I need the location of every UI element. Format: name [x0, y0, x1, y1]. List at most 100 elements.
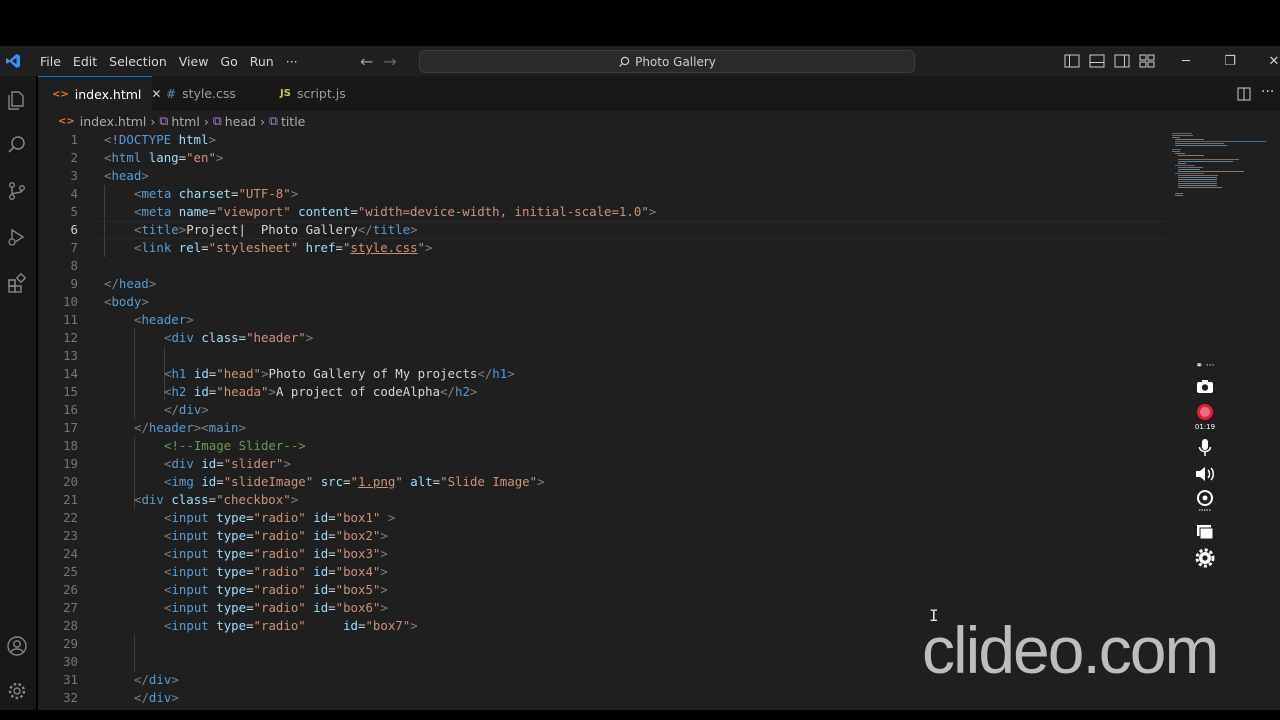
back-arrow-icon[interactable]: ←: [360, 52, 373, 71]
code-line[interactable]: 2 <html lang="en">: [38, 149, 1168, 167]
code-token: =: [216, 474, 224, 489]
code-line[interactable]: 25 <input type="radio" id="box4">: [38, 563, 1168, 581]
tab-script-js[interactable]: JS script.js: [280, 76, 380, 111]
close-window-icon[interactable]: ✕: [1252, 54, 1280, 69]
code-line[interactable]: 20 <img id="slideImage" src="1.png" alt="…: [38, 473, 1168, 491]
line-number: 31: [63, 672, 78, 687]
breadcrumb-html[interactable]: html: [171, 114, 199, 129]
menu-item-selection[interactable]: Selection: [103, 54, 173, 69]
code-token: html: [178, 132, 209, 147]
minimap-line: [1175, 153, 1186, 154]
code-token: href: [305, 240, 336, 255]
code-token: "box4": [335, 564, 381, 579]
menu-item-more[interactable]: ···: [280, 54, 304, 69]
minimize-icon[interactable]: ─: [1164, 54, 1208, 69]
restore-icon[interactable]: ❐: [1208, 54, 1252, 69]
code-line[interactable]: 8: [38, 257, 1168, 275]
code-line[interactable]: 17 </header><main>: [38, 419, 1168, 437]
code-line[interactable]: 7 <link rel="stylesheet" href="style.css"…: [38, 239, 1168, 257]
code-line[interactable]: 1 <!DOCTYPE html>: [38, 131, 1168, 149]
code-line[interactable]: 11 <header>: [38, 311, 1168, 329]
breadcrumb-head[interactable]: head: [225, 114, 256, 129]
code-token: header: [148, 420, 194, 435]
camera-icon[interactable]: [1188, 376, 1222, 396]
split-editor-icon[interactable]: [1237, 86, 1251, 105]
menu-item-run[interactable]: Run: [244, 54, 280, 69]
code-line[interactable]: 18 <!--Image Slider-->: [38, 437, 1168, 455]
code-line[interactable]: 13: [38, 347, 1168, 365]
code-token: Photo Gallery of My projects: [268, 366, 478, 381]
code-line[interactable]: 26 <input type="radio" id="box5">: [38, 581, 1168, 599]
code-line[interactable]: 9 </head>: [38, 275, 1168, 293]
code-token: =: [178, 150, 187, 165]
webcam-icon[interactable]: [1188, 488, 1222, 514]
source-control-icon[interactable]: [4, 178, 30, 204]
line-number: 22: [63, 510, 78, 525]
run-debug-icon[interactable]: [4, 224, 30, 250]
code-token: lang: [148, 150, 179, 165]
code-token: "radio": [253, 618, 344, 633]
code-token: class: [171, 492, 209, 507]
microphone-icon[interactable]: [1188, 438, 1222, 458]
menu-item-view[interactable]: View: [173, 54, 215, 69]
navigation-arrows: ← →: [360, 46, 397, 76]
code-text: <h2 id="heada">A project of codeAlpha</h…: [164, 383, 477, 401]
toggle-panel-icon[interactable]: [1089, 54, 1105, 68]
breadcrumb-file[interactable]: index.html: [80, 114, 147, 129]
manage-gear-icon[interactable]: [4, 678, 30, 704]
recorder-settings-gear-icon[interactable]: [1188, 548, 1222, 568]
code-line[interactable]: 19 <div id="slider">: [38, 455, 1168, 473]
record-stop-icon[interactable]: [1188, 402, 1222, 422]
code-token: =: [328, 564, 336, 579]
accounts-icon[interactable]: [4, 633, 30, 659]
code-token: "box2": [335, 528, 381, 543]
forward-arrow-icon[interactable]: →: [383, 52, 396, 71]
menu-item-edit[interactable]: Edit: [67, 54, 103, 69]
speaker-icon[interactable]: [1188, 464, 1222, 484]
more-actions-icon[interactable]: ···: [1261, 84, 1274, 100]
code-line[interactable]: 16 </div>: [38, 401, 1168, 419]
code-line[interactable]: 24 <input type="radio" id="box3">: [38, 545, 1168, 563]
tab-style-css[interactable]: # style.css: [166, 76, 266, 111]
line-number: 2: [70, 150, 78, 165]
code-token: h2: [171, 384, 194, 399]
menu-item-file[interactable]: File: [34, 54, 67, 69]
code-line[interactable]: 21 <div class="checkbox">: [38, 491, 1168, 509]
code-token: >: [290, 492, 299, 507]
explorer-icon[interactable]: [4, 87, 30, 113]
breadcrumb-title[interactable]: title: [281, 114, 305, 129]
toggle-secondary-sidebar-icon[interactable]: [1114, 54, 1130, 68]
watermark: clideo.com: [922, 613, 1219, 687]
code-token: >: [380, 582, 388, 597]
code-token: h1: [171, 366, 194, 381]
code-line[interactable]: 15 <h2 id="heada">A project of codeAlpha<…: [38, 383, 1168, 401]
code-line[interactable]: 23 <input type="radio" id="box2">: [38, 527, 1168, 545]
code-line[interactable]: 5 <meta name="viewport" content="width=de…: [38, 203, 1168, 221]
toggle-primary-sidebar-icon[interactable]: [1064, 54, 1080, 68]
code-token: id: [313, 510, 329, 525]
tab-index-html[interactable]: <> index.html ✕: [38, 76, 161, 111]
code-line[interactable]: 10 <body>: [38, 293, 1168, 311]
code-token: >: [507, 366, 515, 381]
code-line[interactable]: 4 <meta charset="UTF-8">: [38, 185, 1168, 203]
code-line[interactable]: 12 <div class="header">: [38, 329, 1168, 347]
command-center-search[interactable]: Photo Gallery: [419, 50, 915, 73]
menu-bar: File Edit Selection View Go Run ···: [34, 54, 304, 69]
code-token: =: [246, 564, 254, 579]
recorder-more-icon[interactable]: ⚭ ···: [1188, 360, 1222, 372]
extensions-icon[interactable]: [4, 270, 30, 296]
breadcrumb: <> index.html › ⧉ html › ⧉ head › ⧉ titl…: [38, 111, 1280, 131]
customize-layout-icon[interactable]: [1139, 54, 1155, 68]
menu-item-go[interactable]: Go: [214, 54, 243, 69]
code-line[interactable]: 3 <head>: [38, 167, 1168, 185]
code-line[interactable]: 14 <h1 id="head">Photo Gallery of My proj…: [38, 365, 1168, 383]
code-token: </: [440, 384, 455, 399]
code-line[interactable]: 32 </div>: [38, 689, 1168, 707]
screen-capture-icon[interactable]: [1188, 522, 1222, 542]
search-view-icon[interactable]: [4, 132, 30, 158]
code-line[interactable]: 22 <input type="radio" id="box1" >: [38, 509, 1168, 527]
code-token: id: [313, 564, 329, 579]
code-line[interactable]: 6 <title>Project| Photo Gallery</title>: [38, 221, 1168, 239]
chevron-right-icon: ›: [150, 113, 156, 129]
close-tab-icon[interactable]: ✕: [151, 87, 161, 101]
